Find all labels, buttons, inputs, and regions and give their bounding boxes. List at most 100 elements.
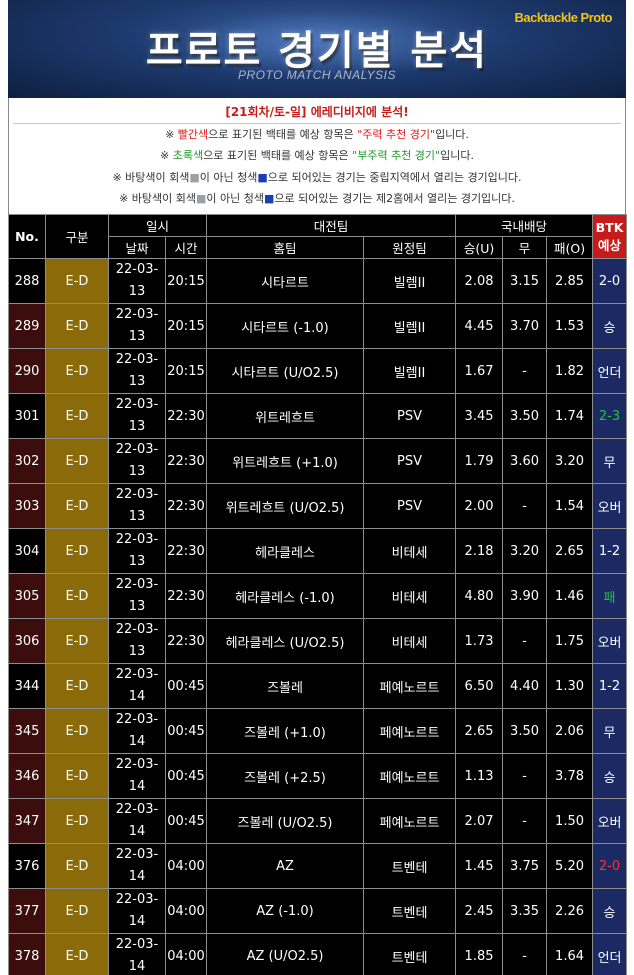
cell-home-team: AZ (-1.0) <box>206 888 365 934</box>
table-row: 289 E-D 22-03-13 20:15 시타르트 (-1.0) 빌렘II 4.45 3.… <box>8 303 628 349</box>
cell-away-team: 페예노르트 <box>363 708 457 754</box>
cell-time: 22:30 <box>164 393 208 439</box>
header-banner: Backtackle Proto 프로토 경기별 분석 PROTO MATCH … <box>8 0 626 98</box>
cell-odds-draw: - <box>502 753 548 799</box>
cell-away-team: 비테세 <box>363 528 457 574</box>
cell-odds-draw: - <box>502 618 548 664</box>
blue-square-icon: ■ <box>264 192 275 205</box>
cell-odds-draw: - <box>502 348 548 394</box>
cell-away-team: 트벤테 <box>363 843 457 889</box>
note-prefix: ※ 바탕색이 회색 <box>112 171 190 184</box>
cell-no: 344 <box>8 663 46 709</box>
cell-btk-prediction: 2-0 <box>592 258 628 304</box>
cell-away-team: 페예노르트 <box>363 663 457 709</box>
note-prefix: ※ <box>160 149 173 162</box>
cell-away-team: 빌렘II <box>363 303 457 349</box>
cell-home-team: 즈볼레 (+2.5) <box>206 753 365 799</box>
cell-time: 00:45 <box>164 663 208 709</box>
note-text: 으로 표기된 백태를 예상 항목은 <box>208 128 358 141</box>
cell-odds-win: 1.79 <box>455 438 504 484</box>
table-row: 302 E-D 22-03-13 22:30 위트레흐트 (+1.0) PSV 1.79 3.… <box>8 438 628 484</box>
notice-line-neutral: ※ 바탕색이 회색■이 아닌 청색■으로 되어있는 경기는 중립지역에서 열리는… <box>9 168 625 188</box>
cell-odds-loss: 5.20 <box>546 843 594 889</box>
cell-no: 288 <box>8 258 46 304</box>
cell-category: E-D <box>45 393 109 439</box>
note-green-word: 초록색 <box>172 149 204 162</box>
header-btk: BTK 예상 <box>592 214 628 259</box>
cell-no: 304 <box>8 528 46 574</box>
cell-home-team: 위트레흐트 (+1.0) <box>206 438 365 484</box>
gray-square-icon: ■ <box>189 171 200 184</box>
cell-category: E-D <box>45 933 109 975</box>
cell-category: E-D <box>45 888 109 934</box>
cell-odds-win: 1.13 <box>455 753 504 799</box>
cell-odds-loss: 1.75 <box>546 618 594 664</box>
gray-square-icon: ■ <box>196 192 207 205</box>
cell-home-team: 헤라클레스 <box>206 528 365 574</box>
cell-home-team: 위트레흐트 <box>206 393 365 439</box>
cell-no: 289 <box>8 303 46 349</box>
cell-odds-draw: 3.90 <box>502 573 548 619</box>
cell-odds-draw: 3.70 <box>502 303 548 349</box>
page: Backtackle Proto 프로토 경기별 분석 PROTO MATCH … <box>0 0 634 975</box>
note-suffix: 으로 되어있는 경기는 제2홈에서 열리는 경기입니다. <box>274 192 515 205</box>
table-row: 346 E-D 22-03-14 00:45 즈볼레 (+2.5) 페예노르트 1.13-3… <box>8 753 628 799</box>
cell-odds-loss: 2.65 <box>546 528 594 574</box>
header-draw: 무 <box>502 236 548 259</box>
cell-time: 04:00 <box>164 888 208 934</box>
cell-odds-draw: 4.40 <box>502 663 548 709</box>
cell-odds-win: 4.45 <box>455 303 504 349</box>
cell-no: 378 <box>8 933 46 975</box>
cell-no: 301 <box>8 393 46 439</box>
cell-time: 04:00 <box>164 843 208 889</box>
table-row: 377 E-D 22-03-14 04:00 AZ (-1.0) 트벤테 2.45 3.35 2… <box>8 888 628 934</box>
header-home: 홈팀 <box>206 236 365 259</box>
cell-odds-loss: 1.50 <box>546 798 594 844</box>
table-row: 305 E-D 22-03-13 22:30 헤라클레스 (-1.0) 비테세 4.80 3.… <box>8 573 628 619</box>
cell-away-team: 비테세 <box>363 573 457 619</box>
cell-btk-prediction: 패 <box>592 573 628 619</box>
notice-divider <box>13 123 621 124</box>
cell-time: 20:15 <box>164 303 208 349</box>
table-row: 345 E-D 22-03-14 00:45 즈볼레 (+1.0) 페예노르트 2.65 3.… <box>8 708 628 754</box>
cell-time: 04:00 <box>164 933 208 975</box>
cell-btk-prediction: 무 <box>592 708 628 754</box>
note-suffix: 으로 되어있는 경기는 중립지역에서 열리는 경기입니다. <box>267 171 522 184</box>
cell-odds-win: 2.65 <box>455 708 504 754</box>
cell-no: 303 <box>8 483 46 529</box>
cell-date: 22-03-13 <box>108 483 166 529</box>
note-text: 이 아닌 청색 <box>206 192 265 205</box>
cell-date: 22-03-13 <box>108 438 166 484</box>
cell-time: 00:45 <box>164 753 208 799</box>
cell-odds-win: 1.45 <box>455 843 504 889</box>
header-date: 날짜 <box>108 236 166 259</box>
cell-date: 22-03-13 <box>108 348 166 394</box>
cell-odds-win: 3.45 <box>455 393 504 439</box>
cell-category: E-D <box>45 843 109 889</box>
cell-date: 22-03-14 <box>108 843 166 889</box>
cell-btk-prediction: 1-2 <box>592 663 628 709</box>
cell-home-team: 즈볼레 (U/O2.5) <box>206 798 365 844</box>
notice-line-second-home: ※ 바탕색이 회색■이 아닌 청색■으로 되어있는 경기는 제2홈에서 열리는 … <box>9 189 625 209</box>
table-row: 304 E-D 22-03-13 22:30 헤라클레스 비테세 2.18 3.20 2.65 1… <box>8 528 628 574</box>
cell-odds-draw: 3.15 <box>502 258 548 304</box>
cell-btk-prediction: 2-0 <box>592 843 628 889</box>
cell-odds-draw: 3.50 <box>502 708 548 754</box>
cell-odds-win: 2.07 <box>455 798 504 844</box>
cell-odds-loss: 1.64 <box>546 933 594 975</box>
cell-time: 22:30 <box>164 438 208 484</box>
cell-date: 22-03-14 <box>108 753 166 799</box>
cell-odds-win: 2.08 <box>455 258 504 304</box>
cell-category: E-D <box>45 663 109 709</box>
cell-odds-win: 2.18 <box>455 528 504 574</box>
cell-odds-loss: 1.46 <box>546 573 594 619</box>
note-highlight: "부주력 추천 경기" <box>352 149 441 162</box>
cell-no: 346 <box>8 753 46 799</box>
cell-odds-win: 1.67 <box>455 348 504 394</box>
cell-date: 22-03-14 <box>108 708 166 754</box>
cell-away-team: 트벤테 <box>363 933 457 975</box>
cell-home-team: 시타르트 <box>206 258 365 304</box>
cell-category: E-D <box>45 528 109 574</box>
note-text: 으로 표기된 백태를 예상 항목은 <box>203 149 353 162</box>
cell-away-team: 빌렘II <box>363 258 457 304</box>
